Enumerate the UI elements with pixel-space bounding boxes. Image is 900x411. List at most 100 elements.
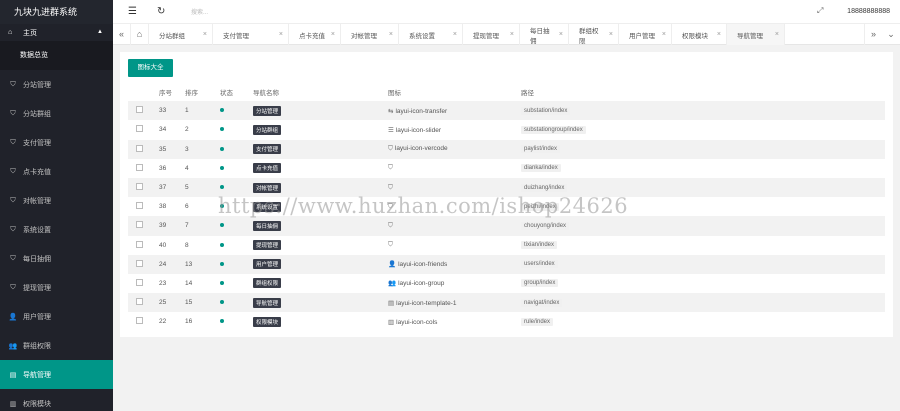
tab-8[interactable]: 用户管理 ×	[619, 24, 672, 45]
sidebar-item-0[interactable]: ⛉ 分站管理	[0, 70, 113, 99]
close-icon[interactable]: ×	[279, 31, 283, 38]
row-select	[128, 317, 153, 326]
row-checkbox[interactable]	[136, 183, 143, 191]
row-checkbox[interactable]	[136, 106, 143, 114]
close-icon[interactable]: ×	[609, 31, 613, 38]
tabs-next-icon[interactable]: »	[864, 24, 882, 45]
slider-icon: ☰	[388, 126, 394, 134]
sidebar-item-9[interactable]: 👥 群组权限	[0, 331, 113, 360]
row-path: navigat/index	[521, 298, 711, 307]
close-icon[interactable]: ×	[662, 31, 666, 38]
tab-label: 导航管理	[737, 32, 763, 40]
icon-library-button[interactable]: 图标大全	[128, 59, 173, 77]
tab-7[interactable]: 群组权限 ×	[569, 24, 619, 45]
menu-toggle-icon[interactable]: ☰	[128, 6, 137, 17]
row-icon: ⛉	[388, 184, 521, 192]
shield-icon: ⛉	[10, 254, 16, 262]
tab-9[interactable]: 权限模块 ×	[672, 24, 727, 45]
close-icon[interactable]: ×	[717, 31, 721, 38]
row-checkbox[interactable]	[136, 240, 143, 248]
table-header: 序号 排序 状态 导航名称 图标 路径	[128, 82, 885, 101]
sidebar-subitem-overview[interactable]: 数据总览	[0, 41, 113, 70]
row-icon: ☰ layui-icon-slider	[388, 126, 521, 134]
close-icon[interactable]: ×	[453, 31, 457, 38]
row-id: 36	[159, 164, 167, 172]
vercode-icon: ⛉	[388, 164, 393, 172]
tab-label: 群组权限	[579, 27, 599, 45]
row-checkbox[interactable]	[136, 163, 143, 171]
row-status	[220, 146, 253, 153]
shield-icon: ⛉	[10, 283, 16, 291]
tab-10[interactable]: 导航管理 ×	[727, 24, 785, 45]
transfer-icon: ⇆	[388, 107, 394, 115]
fullscreen-icon[interactable]: ⤢	[817, 6, 823, 16]
tab-label: 每日抽佣	[530, 27, 550, 45]
close-icon[interactable]: ×	[389, 31, 393, 38]
sidebar-item-1[interactable]: ⛉ 分站群组	[0, 99, 113, 128]
status-dot-icon	[220, 280, 224, 285]
nav-name-badge: 支付管理	[253, 144, 282, 155]
tab-6[interactable]: 每日抽佣 ×	[520, 24, 569, 45]
sidebar-item-label: 用户管理	[23, 313, 51, 321]
nav-name-badge: 分站管理	[253, 105, 282, 116]
row-path: chouyong/index	[521, 221, 711, 230]
path-tag: users/index	[521, 260, 558, 269]
tab-label: 点卡充值	[299, 32, 325, 40]
sidebar-item-label: 对帐管理	[23, 197, 51, 205]
tab-1[interactable]: 支付管理 ×	[213, 24, 289, 45]
row-checkbox[interactable]	[136, 125, 143, 133]
row-path: duizhang/index	[521, 183, 711, 192]
home-tab-icon[interactable]: ⌂	[131, 24, 149, 45]
row-sort: 8	[185, 241, 189, 249]
row-id: 25	[159, 299, 167, 307]
tabs-dropdown-icon[interactable]: ⌄	[882, 24, 900, 45]
row-status	[220, 126, 253, 133]
close-icon[interactable]: ×	[559, 31, 563, 38]
sidebar-item-11[interactable]: ▥ 权限模块	[0, 389, 113, 411]
sidebar-item-label: 分站群组	[23, 110, 51, 118]
sidebar-item-5[interactable]: ⛉ 系统设置	[0, 215, 113, 244]
search-input[interactable]: 搜索...	[191, 7, 208, 16]
table-row: 34 2 分站群组 ☰ layui-icon-slider substationgroup…	[128, 120, 885, 139]
sidebar-group-home[interactable]: ⌂ 主页 ▲	[0, 24, 113, 41]
sidebar-item-3[interactable]: ⛉ 点卡充值	[0, 157, 113, 186]
row-sort: 2	[185, 126, 189, 134]
row-checkbox[interactable]	[136, 317, 143, 325]
close-icon[interactable]: ×	[775, 31, 779, 38]
row-status	[220, 318, 253, 325]
close-icon[interactable]: ×	[203, 31, 207, 38]
close-icon[interactable]: ×	[510, 31, 514, 38]
tab-5[interactable]: 提现管理 ×	[463, 24, 520, 45]
close-icon[interactable]: ×	[331, 31, 335, 38]
icon-class-text: layui-icon-friends	[398, 261, 448, 269]
sidebar-item-2[interactable]: ⛉ 支付管理	[0, 128, 113, 157]
tab-0[interactable]: 分站群组 ×	[149, 24, 213, 45]
sidebar-item-6[interactable]: ⛉ 每日抽佣	[0, 244, 113, 273]
user-name[interactable]: 18888888888	[847, 8, 890, 15]
row-checkbox[interactable]	[136, 202, 143, 210]
cols-icon: ▥	[388, 318, 395, 326]
tab-label: 权限模块	[682, 32, 708, 40]
sidebar-item-7[interactable]: ⛉ 提现管理	[0, 273, 113, 302]
row-checkbox[interactable]	[136, 259, 143, 267]
path-tag: navigat/index	[521, 298, 563, 307]
sidebar-item-label: 提现管理	[23, 284, 51, 292]
row-checkbox[interactable]	[136, 144, 143, 152]
sidebar-item-8[interactable]: 👤 用户管理	[0, 302, 113, 331]
icon-class-text: layui-icon-cols	[396, 318, 438, 326]
tab-2[interactable]: 点卡充值 ×	[289, 24, 341, 45]
row-checkbox[interactable]	[136, 221, 143, 229]
row-checkbox[interactable]	[136, 278, 143, 286]
tab-4[interactable]: 系统设置 ×	[399, 24, 463, 45]
row-checkbox[interactable]	[136, 298, 143, 306]
row-sort: 3	[185, 145, 189, 153]
tab-3[interactable]: 对帐管理 ×	[341, 24, 399, 45]
sidebar-item-4[interactable]: ⛉ 对帐管理	[0, 186, 113, 215]
row-status	[220, 242, 253, 249]
row-status	[220, 107, 253, 114]
refresh-icon[interactable]: ↻	[157, 6, 165, 17]
tabs-prev-icon[interactable]: «	[113, 24, 131, 45]
row-id: 23	[159, 279, 167, 287]
group-icon: 👥	[388, 280, 397, 288]
sidebar-item-10[interactable]: ▤ 导航管理	[0, 360, 113, 389]
